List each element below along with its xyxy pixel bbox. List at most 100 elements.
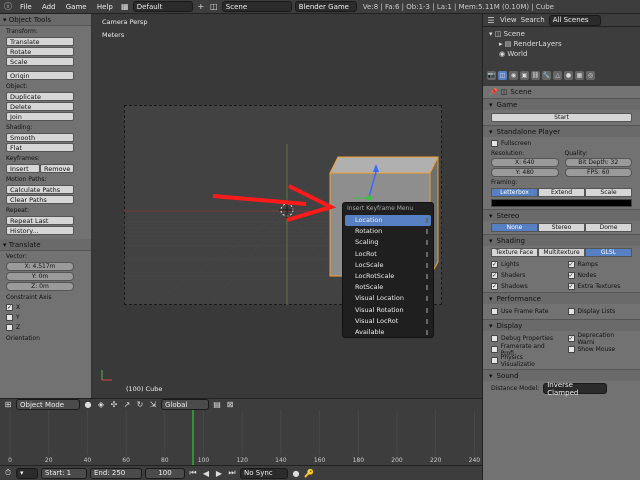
menu-item-location[interactable]: Location (345, 215, 431, 227)
display-panel-header[interactable]: ▾ Display (483, 319, 640, 331)
framing-letterbox[interactable]: Letterbox (491, 188, 538, 197)
screen-layout-selector[interactable]: Default (132, 1, 193, 12)
shading-panel-header[interactable]: ▾ Shading (483, 234, 640, 246)
end-frame-field[interactable]: End: 250 (90, 467, 142, 479)
duplicate-button[interactable]: Duplicate (6, 92, 74, 101)
ramps-checkbox[interactable]: ✓ Ramps (567, 260, 633, 269)
display-lists-checkbox[interactable]: Display Lists (567, 307, 633, 316)
menu-item-visual-rotation[interactable]: Visual Rotation (345, 305, 431, 316)
start-frame-field[interactable]: Start: 1 (41, 467, 87, 479)
scene-icon[interactable]: ◫ (209, 2, 219, 12)
shading-multitexture[interactable]: Multitexture (538, 248, 585, 257)
modifiers-tab-icon[interactable]: 🔧 (542, 70, 551, 80)
vector-z-field[interactable]: Z: 0m (6, 282, 74, 291)
timeline-area[interactable]: 0 20 40 60 80 100 120 140 160 180 200 220 240 (0, 410, 482, 465)
record-icon[interactable]: ● (291, 468, 301, 478)
axis-z-checkbox[interactable]: Z (6, 323, 85, 332)
calculate-paths-button[interactable]: Calculate Paths (6, 185, 74, 194)
remove-keyframe-button[interactable]: Remove (40, 164, 74, 173)
menu-game[interactable]: Game (66, 3, 87, 11)
pin-icon[interactable]: 📌 (489, 88, 498, 96)
scene-selector[interactable]: Scene (221, 1, 292, 12)
jump-end-icon[interactable]: ⏭ (227, 468, 237, 478)
transform-orientation-selector[interactable]: Global (161, 399, 209, 410)
history-button[interactable]: History... (6, 226, 74, 235)
render-tab-icon[interactable]: 📷 (487, 70, 496, 80)
axis-x-checkbox[interactable]: ✓ X (6, 303, 85, 312)
stereo-panel-header[interactable]: ▾ Stereo (483, 209, 640, 221)
rotate-manipulator-icon[interactable]: ↻ (135, 400, 145, 410)
shaders-checkbox[interactable]: ✓ Shaders (491, 271, 556, 280)
outliner-editor-icon[interactable]: ☰ (486, 15, 496, 25)
shadows-checkbox[interactable]: ✓ Shadows (491, 282, 556, 291)
manipulator-toggle-icon[interactable]: ✣ (109, 400, 119, 410)
current-frame-field[interactable]: 100 (145, 467, 185, 479)
stereo-stereo[interactable]: Stereo (538, 223, 585, 232)
resolution-x-field[interactable]: X: 640 (491, 158, 559, 167)
stereo-none[interactable]: None (491, 223, 538, 232)
pivot-point-icon[interactable]: ◈ (96, 400, 106, 410)
start-game-button[interactable]: Start (491, 113, 632, 122)
smooth-button[interactable]: Smooth (6, 133, 74, 142)
menu-item-visual-locrot[interactable]: Visual LocRot (345, 316, 431, 327)
menu-item-scaling[interactable]: Scaling (345, 237, 431, 248)
clear-paths-button[interactable]: Clear Paths (6, 195, 74, 204)
deprecation-warnings-checkbox[interactable]: ✓ Deprecation Warni (567, 332, 633, 346)
translate-manipulator-icon[interactable]: ↗ (122, 400, 132, 410)
timeline-view-menu[interactable]: ▾ (16, 467, 38, 479)
axis-y-checkbox[interactable]: Y (6, 313, 85, 322)
texture-tab-icon[interactable]: ▦ (575, 70, 584, 80)
extra-textures-checkbox[interactable]: ✓ Extra Textures (567, 282, 633, 291)
data-tab-icon[interactable]: △ (553, 70, 562, 80)
jump-start-icon[interactable]: ⏮ (188, 468, 198, 478)
menu-item-locrot[interactable]: LocRot (345, 249, 431, 260)
delete-button[interactable]: Delete (6, 102, 74, 111)
lights-checkbox[interactable]: ✓ Lights (491, 260, 556, 269)
physics-tab-icon[interactable]: ◎ (586, 70, 595, 80)
stereo-dome[interactable]: Dome (585, 223, 632, 232)
outliner-view-menu[interactable]: View (500, 16, 517, 24)
menu-item-locscale[interactable]: LocScale (345, 260, 431, 271)
screen-layout-icon[interactable]: ▦ (120, 2, 130, 12)
engine-selector[interactable]: Blender Game (294, 1, 357, 12)
menu-help[interactable]: Help (97, 3, 113, 11)
standalone-player-header[interactable]: ▾ Standalone Player (483, 125, 640, 137)
performance-panel-header[interactable]: ▾ Performance (483, 292, 640, 304)
play-reverse-icon[interactable]: ◀ (201, 468, 211, 478)
vector-x-field[interactable]: X: 4.517m (6, 262, 74, 271)
menu-item-visual-location[interactable]: Visual Location (345, 293, 431, 304)
show-mouse-checkbox[interactable]: Show Mouse (567, 345, 633, 354)
snap-icon[interactable]: ⊠ (225, 400, 235, 410)
outliner-search-menu[interactable]: Search (521, 16, 545, 24)
object-tools-panel-header[interactable]: ▾ Object Tools (0, 14, 91, 26)
rotate-button[interactable]: Rotate (6, 47, 74, 56)
translate-operator-header[interactable]: ▾ Translate (0, 239, 91, 251)
layers-icon[interactable]: ▤ (212, 400, 222, 410)
info-editor-icon[interactable]: ⓘ (3, 2, 13, 12)
menu-item-rotation[interactable]: Rotation (345, 226, 431, 237)
insert-keyframe-button[interactable]: Insert (6, 164, 40, 173)
join-button[interactable]: Join (6, 112, 74, 121)
material-tab-icon[interactable]: ● (564, 70, 573, 80)
menu-item-rotscale[interactable]: RotScale (345, 282, 431, 293)
repeat-last-button[interactable]: Repeat Last (6, 216, 74, 225)
object-tab-icon[interactable]: ▣ (520, 70, 529, 80)
shading-texture-face[interactable]: Texture Face (491, 248, 538, 257)
translate-button[interactable]: Translate (6, 37, 74, 46)
menu-item-locrotscale[interactable]: LocRotScale (345, 271, 431, 282)
resolution-y-field[interactable]: Y: 480 (491, 168, 559, 177)
fps-field[interactable]: FPS: 60 (564, 168, 632, 177)
outliner-filter-selector[interactable]: All Scenes (548, 14, 601, 26)
sound-panel-header[interactable]: ▾ Sound (483, 369, 640, 381)
play-icon[interactable]: ▶ (214, 468, 224, 478)
framing-extend[interactable]: Extend (538, 188, 585, 197)
fullscreen-checkbox[interactable]: Fullscreen (491, 139, 632, 148)
menu-add[interactable]: Add (42, 3, 56, 11)
add-screen-icon[interactable]: + (196, 2, 206, 12)
menu-item-available[interactable]: Available (345, 327, 431, 338)
3d-viewport[interactable]: Camera Persp Meters (100) Cube Insert Ke… (92, 14, 482, 398)
physics-visualization-checkbox[interactable]: Physics Visualizatio (491, 354, 556, 368)
shading-glsl[interactable]: GLSL (585, 248, 632, 257)
use-frame-rate-checkbox[interactable]: Use Frame Rate (491, 307, 556, 316)
mode-selector[interactable]: Object Mode (16, 399, 80, 410)
